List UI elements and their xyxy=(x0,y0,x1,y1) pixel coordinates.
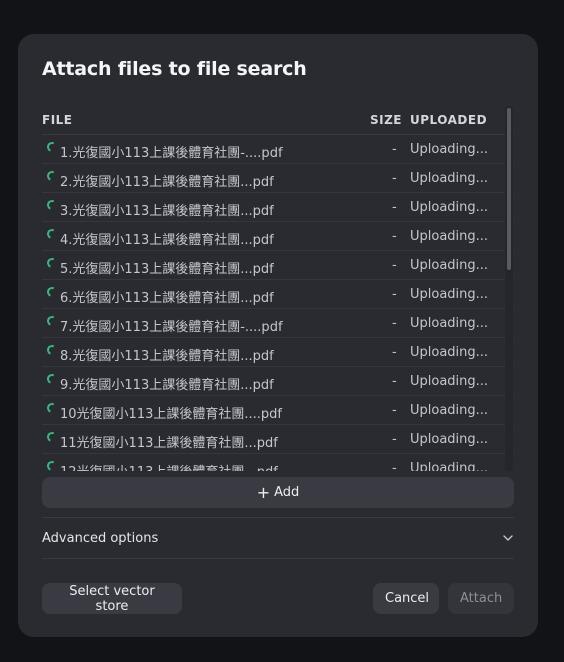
add-button[interactable]: + Add xyxy=(42,477,514,508)
file-name: 9.光復國小113上課後體育社團...pdf xyxy=(60,378,274,393)
spinner-icon xyxy=(45,401,59,415)
cancel-button[interactable]: Cancel xyxy=(373,583,439,614)
table-row: 1.光復國小113上課後體育社團-....pdf - Uploading... xyxy=(42,135,514,164)
table-row: 7.光復國小113上課後體育社團-....pdf - Uploading... xyxy=(42,309,514,338)
file-status: Uploading... xyxy=(410,316,489,331)
spinner-icon xyxy=(45,285,59,299)
spinner-icon xyxy=(45,343,59,357)
file-size: - xyxy=(392,142,397,157)
dialog-title: Attach files to file search xyxy=(42,58,307,80)
file-name: 5.光復國小113上課後體育社團...pdf xyxy=(60,262,274,277)
attach-button[interactable]: Attach xyxy=(448,583,514,614)
divider xyxy=(42,558,514,559)
add-label: Add xyxy=(274,485,300,500)
table-row: 8.光復國小113上課後體育社團...pdf - Uploading... xyxy=(42,338,514,367)
table-row: 6.光復國小113上課後體育社團...pdf - Uploading... xyxy=(42,280,514,309)
file-size: - xyxy=(392,316,397,331)
file-name: 11光復國小113上課後體育社團...pdf xyxy=(60,436,278,451)
file-status: Uploading... xyxy=(410,142,489,157)
spinner-icon xyxy=(45,256,59,270)
file-size: - xyxy=(392,403,397,418)
file-size: - xyxy=(392,229,397,244)
table-row: 9.光復國小113上課後體育社團...pdf - Uploading... xyxy=(42,367,514,396)
table-row: 10光復國小113上課後體育社團....pdf - Uploading... xyxy=(42,396,514,425)
spinner-icon xyxy=(45,198,59,212)
file-status: Uploading... xyxy=(410,287,489,302)
file-size: - xyxy=(392,374,397,389)
table-header: FILE SIZE UPLOADED xyxy=(42,106,514,135)
file-status: Uploading... xyxy=(410,229,489,244)
file-status: Uploading... xyxy=(410,258,489,273)
file-name: 1.光復國小113上課後體育社團-....pdf xyxy=(60,146,283,161)
file-name: 12光復國小113上課後體育社團...pdf xyxy=(60,461,278,471)
file-table: FILE SIZE UPLOADED 1.光復國小113上課後體育社團-....… xyxy=(42,106,514,471)
column-size: SIZE xyxy=(370,113,403,127)
spinner-icon xyxy=(45,227,59,241)
file-size: - xyxy=(392,345,397,360)
file-size: - xyxy=(392,461,397,471)
file-name: 8.光復國小113上課後體育社團...pdf xyxy=(60,349,274,364)
spinner-icon xyxy=(45,372,59,386)
file-status: Uploading... xyxy=(410,461,489,471)
spinner-icon xyxy=(45,140,59,154)
table-row: 3.光復國小113上課後體育社團...pdf - Uploading... xyxy=(42,193,514,222)
file-name: 7.光復國小113上課後體育社團-....pdf xyxy=(60,320,283,335)
spinner-icon xyxy=(45,314,59,328)
spinner-icon xyxy=(45,459,59,471)
advanced-options-toggle[interactable]: Advanced options xyxy=(42,518,514,558)
file-size: - xyxy=(392,287,397,302)
file-status: Uploading... xyxy=(410,200,489,215)
file-status: Uploading... xyxy=(410,345,489,360)
file-name: 2.光復國小113上課後體育社團...pdf xyxy=(60,175,274,190)
file-size: - xyxy=(392,432,397,447)
file-name: 6.光復國小113上課後體育社團...pdf xyxy=(60,291,274,306)
select-vector-store-button[interactable]: Select vector store xyxy=(42,583,182,614)
column-uploaded: UPLOADED xyxy=(410,113,488,127)
file-size: - xyxy=(392,200,397,215)
table-row: 5.光復國小113上課後體育社團...pdf - Uploading... xyxy=(42,251,514,280)
file-name: 3.光復國小113上課後體育社團...pdf xyxy=(60,204,274,219)
table-row: 11光復國小113上課後體育社團...pdf - Uploading... xyxy=(42,425,514,454)
spinner-icon xyxy=(45,430,59,444)
file-status: Uploading... xyxy=(410,374,489,389)
file-status: Uploading... xyxy=(410,171,489,186)
file-size: - xyxy=(392,171,397,186)
file-status: Uploading... xyxy=(410,432,489,447)
attach-files-dialog: Attach files to file search FILE SIZE UP… xyxy=(18,34,538,637)
file-name: 10光復國小113上課後體育社團....pdf xyxy=(60,407,282,422)
file-size: - xyxy=(392,258,397,273)
table-row: 12光復國小113上課後體育社團...pdf - Uploading... xyxy=(42,454,514,471)
table-row: 2.光復國小113上課後體育社團...pdf - Uploading... xyxy=(42,164,514,193)
table-row: 4.光復國小113上課後體育社團...pdf - Uploading... xyxy=(42,222,514,251)
chevron-down-icon xyxy=(503,535,513,541)
column-file: FILE xyxy=(42,113,73,127)
advanced-options-label: Advanced options xyxy=(42,530,159,546)
file-status: Uploading... xyxy=(410,403,489,418)
plus-icon: + xyxy=(256,482,271,502)
file-name: 4.光復國小113上課後體育社團...pdf xyxy=(60,233,274,248)
spinner-icon xyxy=(45,169,59,183)
scrollbar-thumb[interactable] xyxy=(507,108,511,270)
